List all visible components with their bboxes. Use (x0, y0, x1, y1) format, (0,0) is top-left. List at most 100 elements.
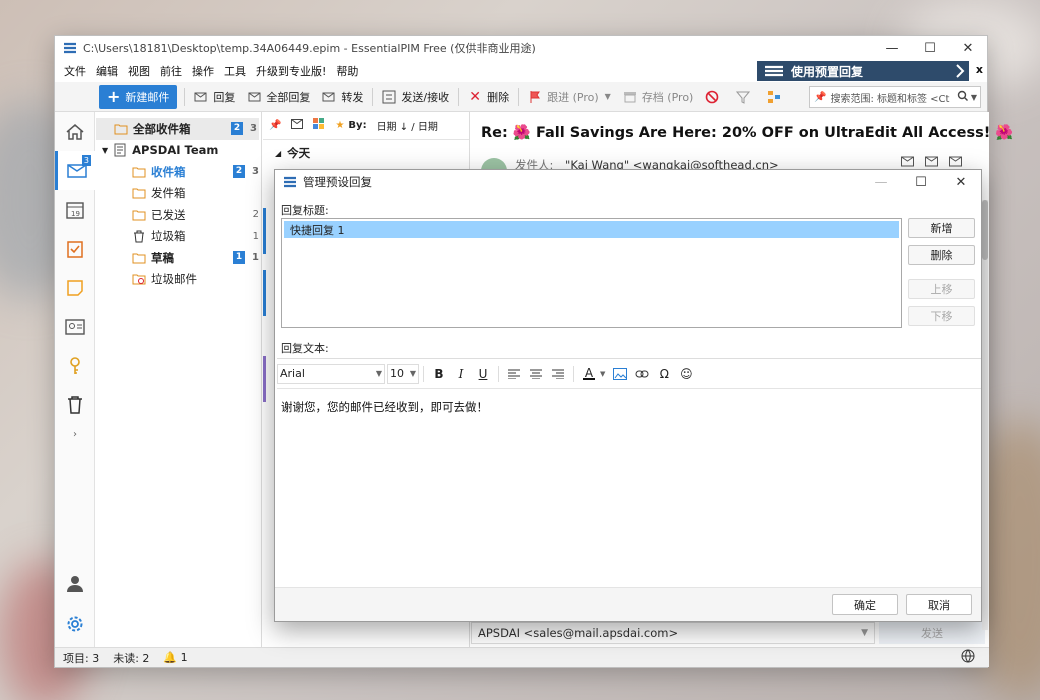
filter-button[interactable] (730, 85, 761, 109)
menu-help[interactable]: 帮助 (331, 63, 363, 79)
star-icon[interactable]: ★ (335, 120, 344, 131)
menu-file[interactable]: 文件 (59, 63, 91, 79)
block-icon (705, 90, 719, 104)
sort-field[interactable]: 日期 ↓ / 日期 (377, 118, 438, 133)
chevron-down-icon[interactable]: ▼ (102, 146, 108, 155)
link-icon[interactable] (631, 363, 653, 385)
new-mail-button[interactable]: + 新建邮件 (99, 84, 178, 109)
italic-icon[interactable]: I (450, 363, 472, 385)
emoji-icon[interactable]: ☺ (675, 363, 697, 385)
folder-junk[interactable]: 垃圾邮件 (96, 269, 261, 291)
reply-list[interactable]: 快捷回复 1 (281, 218, 902, 328)
new-mail-label: 新建邮件 (125, 90, 170, 104)
folder-label: 垃圾箱 (151, 229, 186, 244)
font-size-value: 10 (390, 367, 404, 380)
chevron-right-icon[interactable]: › (55, 424, 95, 444)
ok-button[interactable]: 确定 (832, 594, 898, 615)
cancel-button[interactable]: 取消 (906, 594, 972, 615)
chevron-down-icon[interactable]: ▼ (861, 628, 868, 638)
chevron-down-icon[interactable]: ◢ (275, 149, 281, 158)
folder-outbox[interactable]: 发件箱 (96, 183, 261, 205)
folder-drafts[interactable]: 草稿 1 1 (96, 247, 261, 269)
search-input[interactable]: 📌 搜索范围: 标题和标签 <Ct ▼ (809, 86, 981, 108)
account-icon (113, 143, 127, 157)
toolbar-divider (372, 87, 374, 106)
reply-text-body[interactable]: 谢谢您，您的邮件已经收到，即可去做！ (277, 389, 981, 425)
delete-button[interactable]: ✕ 删除 (462, 85, 515, 109)
align-left-icon[interactable] (503, 363, 525, 385)
pin-icon[interactable]: 📌 (269, 120, 281, 131)
menu-upgrade[interactable]: 升级到专业版! (251, 63, 331, 79)
from-account-select[interactable]: APSDAI <sales@mail.apsdai.com> ▼ (471, 622, 875, 644)
mail-badge: 3 (81, 155, 91, 166)
chevron-down-icon[interactable]: ▼ (605, 92, 611, 101)
rules-button[interactable] (761, 85, 792, 109)
contacts-icon[interactable] (55, 307, 95, 346)
send-button[interactable]: 发送 (879, 622, 985, 644)
alerts[interactable]: 🔔 1 (163, 651, 187, 664)
banner-close-button[interactable]: x (976, 63, 983, 76)
close-icon[interactable]: ✕ (941, 175, 981, 190)
menu-edit[interactable]: 编辑 (91, 63, 123, 79)
chevron-right-icon[interactable] (951, 61, 969, 81)
promo-banner[interactable]: 使用预置回复 (757, 61, 969, 81)
archive-button[interactable]: 存档 (Pro) (617, 85, 700, 109)
maximize-icon[interactable]: ☐ (901, 175, 941, 190)
search-icon[interactable] (957, 90, 969, 105)
font-family-select[interactable]: Arial ▼ (277, 363, 385, 384)
block-button[interactable] (699, 85, 730, 109)
menu-go[interactable]: 前往 (155, 63, 187, 79)
folder-label: 已发送 (151, 207, 186, 222)
group-header-today[interactable]: ◢ 今天 (263, 140, 469, 166)
folder-sent[interactable]: 已发送 2 (96, 204, 261, 226)
trash-icon[interactable] (55, 385, 95, 424)
settings-gear-icon[interactable] (55, 604, 95, 643)
chevron-down-icon[interactable]: ▼ (600, 370, 605, 378)
insert-image-icon[interactable] (609, 363, 631, 385)
tasks-icon[interactable] (55, 229, 95, 268)
item-count: 1 (252, 230, 259, 242)
reply-all-button[interactable]: 全部回复 (241, 85, 316, 109)
bold-icon[interactable]: B (428, 363, 450, 385)
align-right-icon[interactable] (547, 363, 569, 385)
notes-icon[interactable] (55, 268, 95, 307)
text-color-icon[interactable]: A (578, 363, 600, 385)
category-icon[interactable] (313, 118, 325, 133)
reply-button[interactable]: 回复 (188, 85, 241, 109)
maximize-icon[interactable]: ☐ (911, 36, 949, 60)
close-icon[interactable]: ✕ (949, 36, 987, 60)
account-apsdai[interactable]: ▼ APSDAI Team (96, 140, 261, 162)
move-down-button[interactable]: 下移 (908, 306, 975, 326)
calendar-icon[interactable]: 19 (55, 190, 95, 229)
reply-icon (194, 90, 208, 104)
scrollbar-thumb[interactable] (982, 200, 988, 260)
list-item[interactable]: 快捷回复 1 (284, 221, 899, 238)
menu-actions[interactable]: 操作 (187, 63, 219, 79)
globe-icon[interactable] (961, 649, 975, 666)
move-up-button[interactable]: 上移 (908, 279, 975, 299)
user-icon[interactable] (55, 564, 95, 603)
forward-button[interactable]: 转发 (316, 85, 369, 109)
send-receive-button[interactable]: 发送/接收 (376, 85, 455, 109)
reader-scrollbar[interactable] (982, 200, 988, 630)
minimize-icon[interactable]: — (873, 36, 911, 60)
special-character-icon[interactable]: Ω (653, 363, 675, 385)
underline-icon[interactable]: U (472, 363, 494, 385)
passwords-icon[interactable] (55, 346, 95, 385)
follow-up-button[interactable]: 跟进 (Pro) ▼ (522, 85, 617, 109)
folder-trash[interactable]: 垃圾箱 1 (96, 226, 261, 248)
menu-tools[interactable]: 工具 (219, 63, 251, 79)
delete-x-icon: ✕ (469, 88, 481, 105)
home-icon[interactable] (55, 112, 95, 151)
mail-icon[interactable]: 3 (55, 151, 95, 190)
envelope-icon[interactable] (291, 119, 304, 132)
chevron-down-icon[interactable]: ▼ (971, 93, 977, 102)
folder-all-inbox[interactable]: 全部收件箱 2 3 (96, 118, 259, 140)
align-center-icon[interactable] (525, 363, 547, 385)
add-reply-button[interactable]: 新增 (908, 218, 975, 238)
delete-reply-button[interactable]: 删除 (908, 245, 975, 265)
archive-icon (623, 90, 637, 104)
folder-inbox[interactable]: 收件箱 2 3 (96, 161, 261, 183)
menu-view[interactable]: 视图 (123, 63, 155, 79)
font-size-select[interactable]: 10 ▼ (387, 363, 419, 384)
